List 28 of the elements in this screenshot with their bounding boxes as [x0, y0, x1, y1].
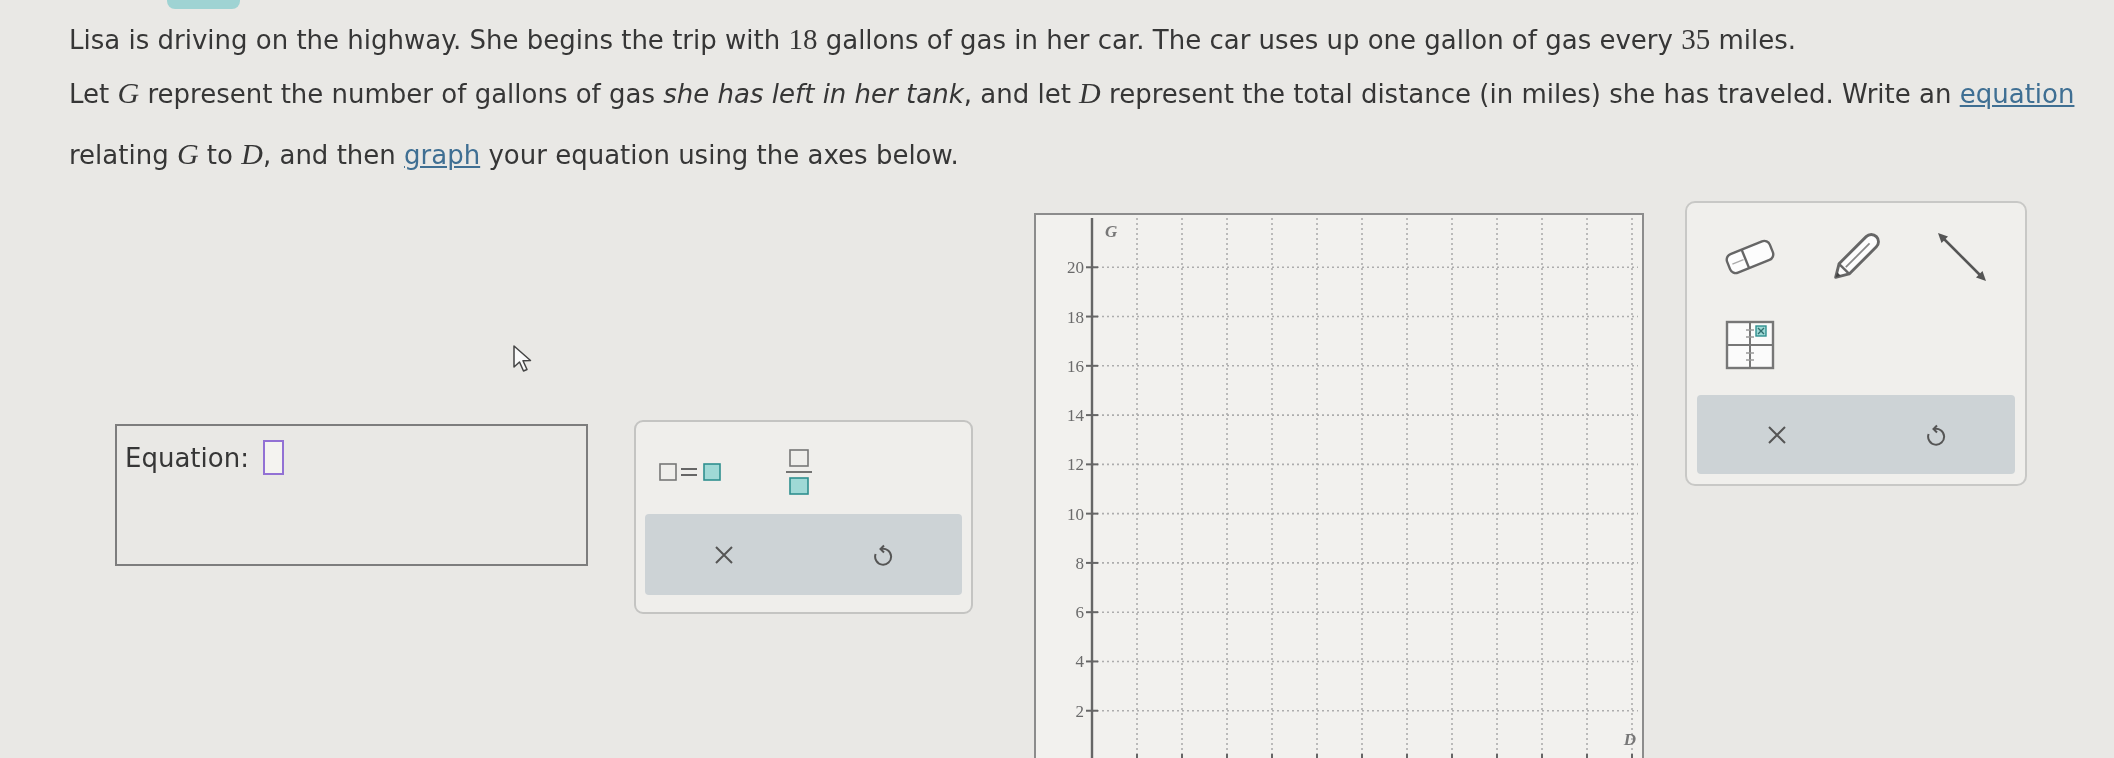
grid-point-icon — [1725, 320, 1775, 370]
problem-text: Lisa is driving on the highway. She begins the trip with 18 gallons of gas in her car. The car uses up one gallon of gas every 35 miles. — [68, 22, 1798, 57]
fraction-template-icon — [785, 449, 813, 495]
text-link[interactable]: graph — [404, 140, 481, 170]
graph-panel[interactable]: 2 4 6 8 10 12 14 16 18 20 G D — [1034, 213, 1644, 758]
text-link[interactable]: equation — [1959, 79, 2075, 109]
question-text: Let G represent the number of gallons of gas she has left in her tank, and let D represent the total distance (in miles) she has traveled. Write an equation relating G to D, and then graph your equation using the axes below. — [68, 75, 2076, 172]
tick-label: 12 — [1067, 455, 1084, 475]
tick-label: 14 — [1067, 406, 1084, 426]
axis-label: G — [1105, 222, 1118, 241]
tick-label: 4 — [1075, 652, 1084, 672]
cursor-icon — [512, 344, 534, 373]
axis-label: D — [1623, 730, 1636, 749]
undo-icon — [1924, 423, 1947, 446]
tick-label: 6 — [1075, 603, 1084, 623]
undo-icon — [871, 543, 894, 566]
tick-label: 20 — [1067, 258, 1084, 278]
tick-label: 16 — [1067, 356, 1084, 376]
tick-label: 10 — [1067, 504, 1084, 524]
answer-box[interactable] — [262, 440, 284, 475]
tick-label: 8 — [1075, 553, 1084, 573]
tick-label: 2 — [1075, 701, 1084, 721]
pencil-icon — [1832, 233, 1880, 281]
close-icon — [1765, 423, 1788, 446]
close-icon — [713, 543, 736, 566]
line-segment-icon — [1936, 232, 1988, 282]
equation-label: Equation: — [125, 442, 249, 473]
tick-label: 18 — [1067, 307, 1084, 327]
